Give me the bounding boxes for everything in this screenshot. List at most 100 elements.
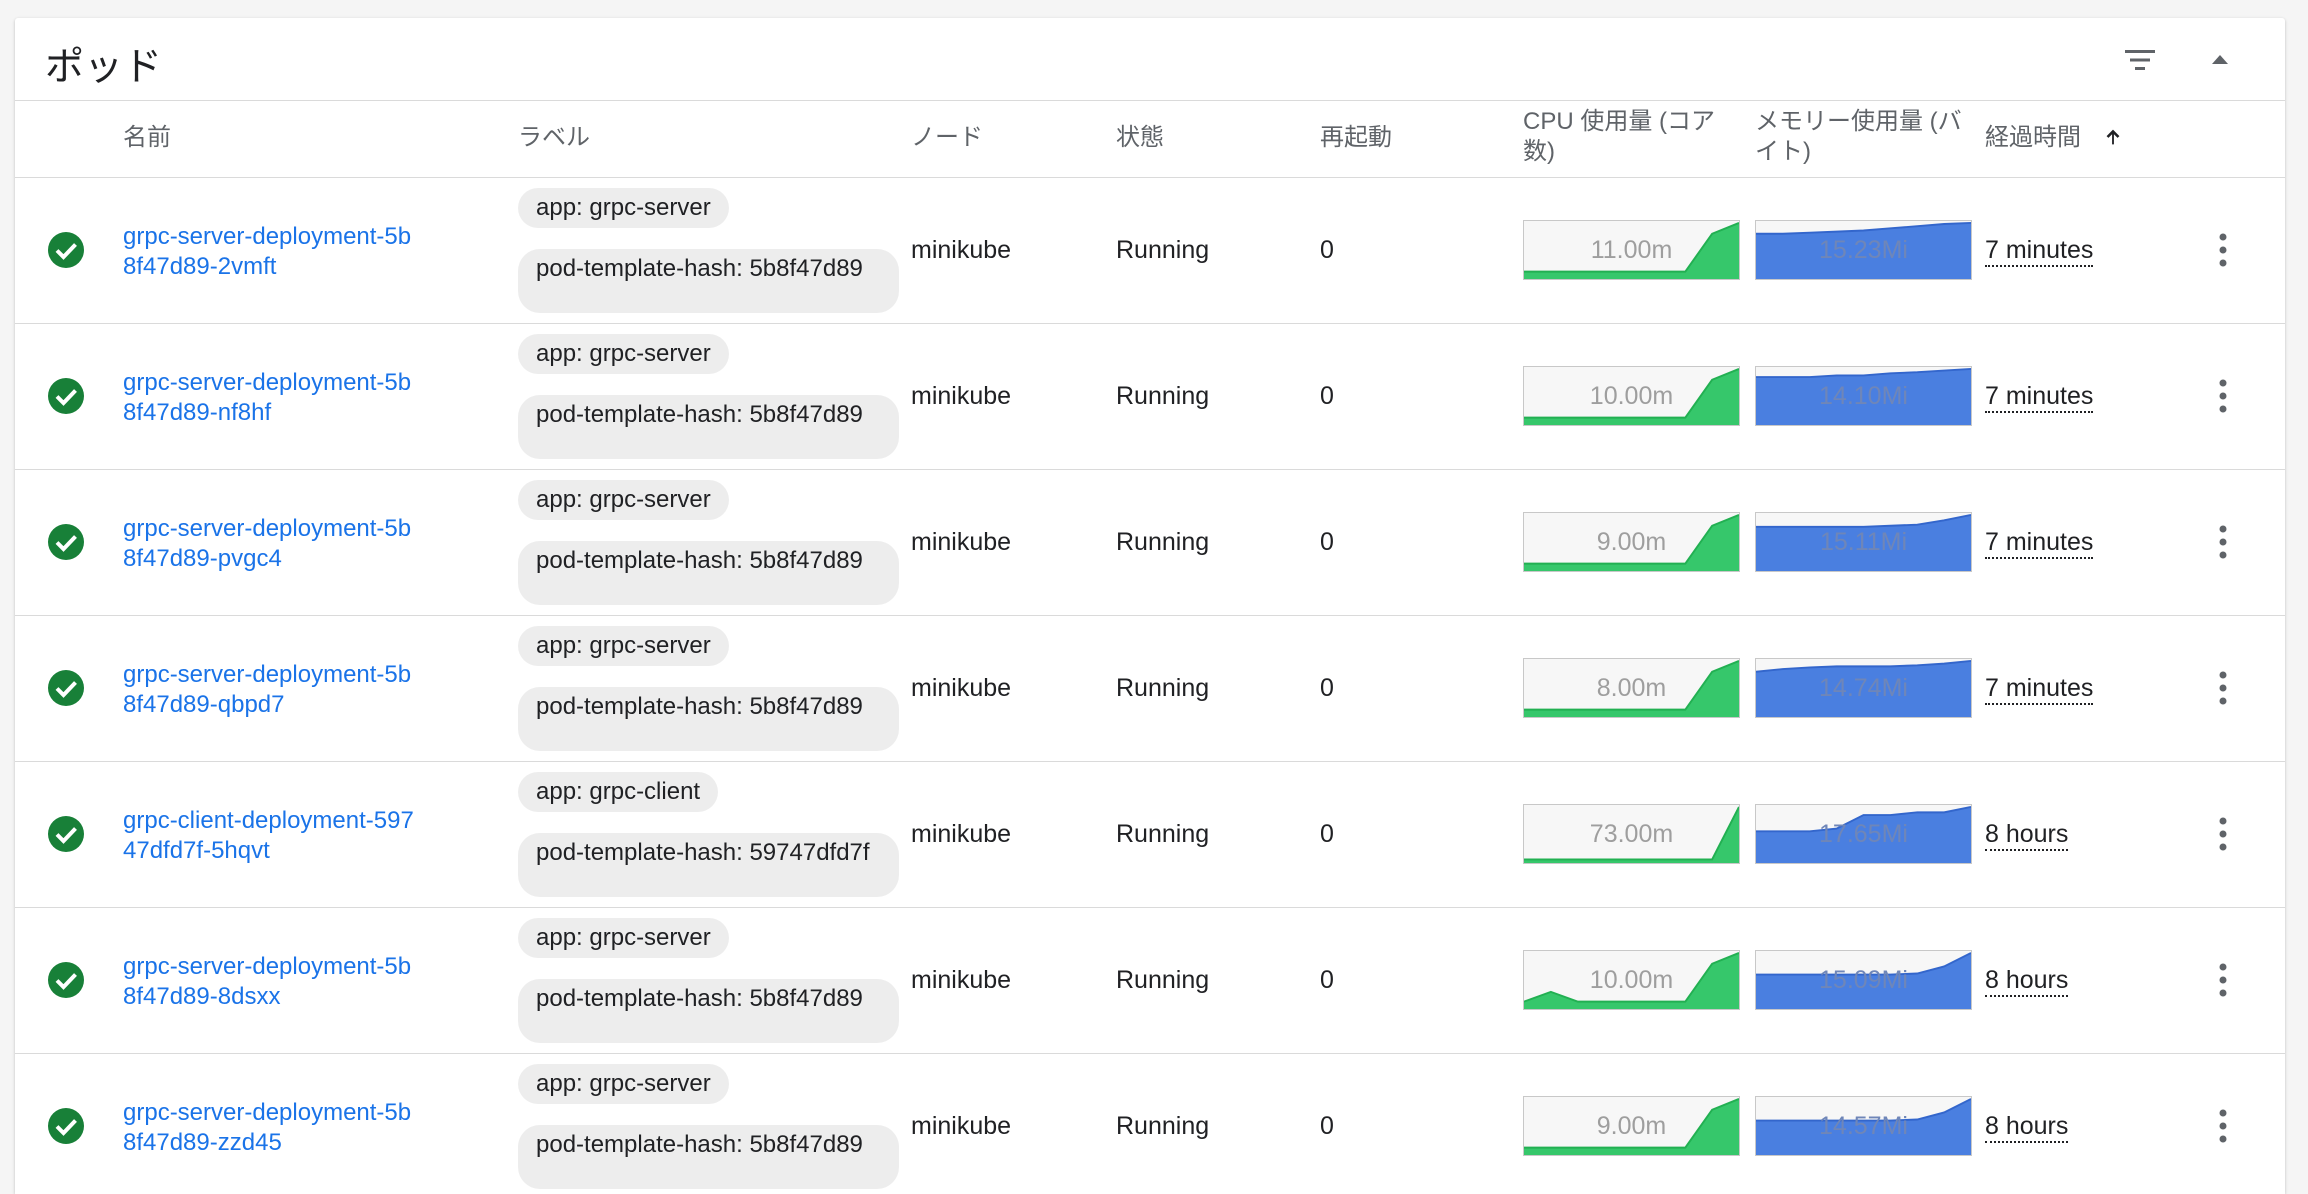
filter-list-icon[interactable] [2120, 40, 2160, 80]
cpu-sparkline[interactable]: 11.00m [1523, 220, 1740, 280]
age-cell[interactable]: 7 minutes [1985, 235, 2094, 267]
table-row: grpc-server-deployment-5b8f47d89-qbpd7 a… [15, 616, 2285, 762]
status-cell: Running [1116, 966, 1210, 994]
column-restarts[interactable]: 再起動 [1320, 123, 1392, 153]
label-chip: app: grpc-server [518, 918, 729, 958]
card-header: ポッド [15, 18, 2285, 101]
status-cell: Running [1116, 1112, 1210, 1140]
cpu-value: 8.00m [1596, 674, 1667, 702]
cpu-value: 10.00m [1589, 382, 1674, 410]
cpu-value: 73.00m [1589, 820, 1674, 848]
chevron-up-icon[interactable] [2200, 40, 2240, 80]
memory-value: 14.74Mi [1819, 674, 1908, 702]
more-vert-icon[interactable] [2213, 812, 2233, 856]
card-title: ポッド [45, 46, 163, 89]
memory-sparkline[interactable]: 15.09Mi [1755, 950, 1972, 1010]
memory-sparkline[interactable]: 15.23Mi [1755, 220, 1972, 280]
column-age[interactable]: 経過時間 [1985, 123, 2124, 153]
memory-sparkline[interactable]: 14.74Mi [1755, 658, 1972, 718]
label-chip: pod-template-hash: 5b8f47d89 [518, 687, 899, 751]
age-cell[interactable]: 8 hours [1985, 1111, 2069, 1143]
pod-name-link[interactable]: grpc-server-deployment-5b8f47d89-2vmft [123, 222, 423, 282]
memory-value: 15.11Mi [1819, 528, 1908, 556]
table-row: grpc-server-deployment-5b8f47d89-pvgc4 a… [15, 470, 2285, 616]
memory-value: 14.57Mi [1819, 1112, 1908, 1140]
restarts-cell: 0 [1320, 1112, 1334, 1140]
memory-sparkline[interactable]: 15.11Mi [1755, 512, 1972, 572]
column-name[interactable]: 名前 [123, 123, 171, 153]
column-cpu[interactable]: CPU 使用量 (コア数) [1523, 107, 1733, 167]
pods-table-body: grpc-server-deployment-5b8f47d89-2vmft a… [15, 178, 2285, 1194]
memory-sparkline[interactable]: 14.57Mi [1755, 1096, 1972, 1156]
check-circle-icon [47, 231, 85, 269]
cpu-value: 9.00m [1596, 1112, 1667, 1140]
age-cell[interactable]: 8 hours [1985, 819, 2069, 851]
cpu-sparkline[interactable]: 9.00m [1523, 1096, 1740, 1156]
cpu-sparkline[interactable]: 73.00m [1523, 804, 1740, 864]
age-cell[interactable]: 7 minutes [1985, 381, 2094, 413]
memory-value: 15.09Mi [1819, 966, 1908, 994]
pod-name-link[interactable]: grpc-client-deployment-59747dfd7f-5hqvt [123, 806, 423, 866]
memory-sparkline[interactable]: 17.65Mi [1755, 804, 1972, 864]
node-cell: minikube [911, 1112, 1012, 1140]
column-age-label: 経過時間 [1985, 124, 2081, 151]
memory-sparkline[interactable]: 14.10Mi [1755, 366, 1972, 426]
label-chip: pod-template-hash: 5b8f47d89 [518, 979, 899, 1043]
cpu-sparkline[interactable]: 10.00m [1523, 950, 1740, 1010]
pod-name-link[interactable]: grpc-server-deployment-5b8f47d89-qbpd7 [123, 660, 423, 720]
label-chip: app: grpc-server [518, 626, 729, 666]
column-labels: ラベル [518, 124, 590, 151]
memory-value: 14.10Mi [1819, 382, 1908, 410]
restarts-cell: 0 [1320, 528, 1334, 556]
label-chip: app: grpc-client [518, 772, 719, 812]
more-vert-icon[interactable] [2213, 374, 2233, 418]
more-vert-icon[interactable] [2213, 228, 2233, 272]
cpu-sparkline[interactable]: 8.00m [1523, 658, 1740, 718]
label-chip: app: grpc-server [518, 480, 729, 520]
label-chip: app: grpc-server [518, 188, 729, 228]
more-vert-icon[interactable] [2213, 520, 2233, 564]
table-row: grpc-server-deployment-5b8f47d89-zzd45 a… [15, 1054, 2285, 1194]
node-cell: minikube [911, 528, 1012, 556]
cpu-sparkline[interactable]: 10.00m [1523, 366, 1740, 426]
label-chip: pod-template-hash: 5b8f47d89 [518, 1125, 899, 1189]
restarts-cell: 0 [1320, 236, 1334, 264]
node-cell: minikube [911, 382, 1012, 410]
age-cell[interactable]: 7 minutes [1985, 527, 2094, 559]
cpu-value: 9.00m [1596, 528, 1667, 556]
more-vert-icon[interactable] [2213, 1104, 2233, 1148]
more-vert-icon[interactable] [2213, 666, 2233, 710]
label-chip: app: grpc-server [518, 1064, 729, 1104]
column-memory[interactable]: メモリー使用量 (バイト) [1755, 107, 1980, 167]
column-node[interactable]: ノード [911, 123, 983, 153]
table-row: grpc-server-deployment-5b8f47d89-8dsxx a… [15, 908, 2285, 1054]
age-cell[interactable]: 7 minutes [1985, 673, 2094, 705]
pods-card: ポッド 名前 ラベル ノード 状態 再起動 CPU 使用量 (コア数) メモリー… [15, 18, 2285, 1194]
restarts-cell: 0 [1320, 966, 1334, 994]
check-circle-icon [47, 961, 85, 999]
status-cell: Running [1116, 236, 1210, 264]
table-row: grpc-server-deployment-5b8f47d89-2vmft a… [15, 178, 2285, 324]
label-chip: pod-template-hash: 5b8f47d89 [518, 249, 899, 313]
cpu-sparkline[interactable]: 9.00m [1523, 512, 1740, 572]
restarts-cell: 0 [1320, 820, 1334, 848]
restarts-cell: 0 [1320, 382, 1334, 410]
more-vert-icon[interactable] [2213, 958, 2233, 1002]
memory-value: 15.23Mi [1819, 236, 1908, 264]
check-circle-icon [47, 669, 85, 707]
node-cell: minikube [911, 236, 1012, 264]
table-header: 名前 ラベル ノード 状態 再起動 CPU 使用量 (コア数) メモリー使用量 … [15, 101, 2285, 178]
pod-name-link[interactable]: grpc-server-deployment-5b8f47d89-pvgc4 [123, 514, 423, 574]
check-circle-icon [47, 815, 85, 853]
check-circle-icon [47, 1107, 85, 1145]
cpu-value: 11.00m [1590, 236, 1673, 264]
pod-name-link[interactable]: grpc-server-deployment-5b8f47d89-8dsxx [123, 952, 423, 1012]
pod-name-link[interactable]: grpc-server-deployment-5b8f47d89-nf8hf [123, 368, 423, 428]
status-cell: Running [1116, 674, 1210, 702]
pod-name-link[interactable]: grpc-server-deployment-5b8f47d89-zzd45 [123, 1098, 423, 1158]
age-cell[interactable]: 8 hours [1985, 965, 2069, 997]
status-cell: Running [1116, 382, 1210, 410]
label-chip: app: grpc-server [518, 334, 729, 374]
arrow-up-icon [2106, 129, 2120, 145]
column-status[interactable]: 状態 [1116, 123, 1164, 153]
